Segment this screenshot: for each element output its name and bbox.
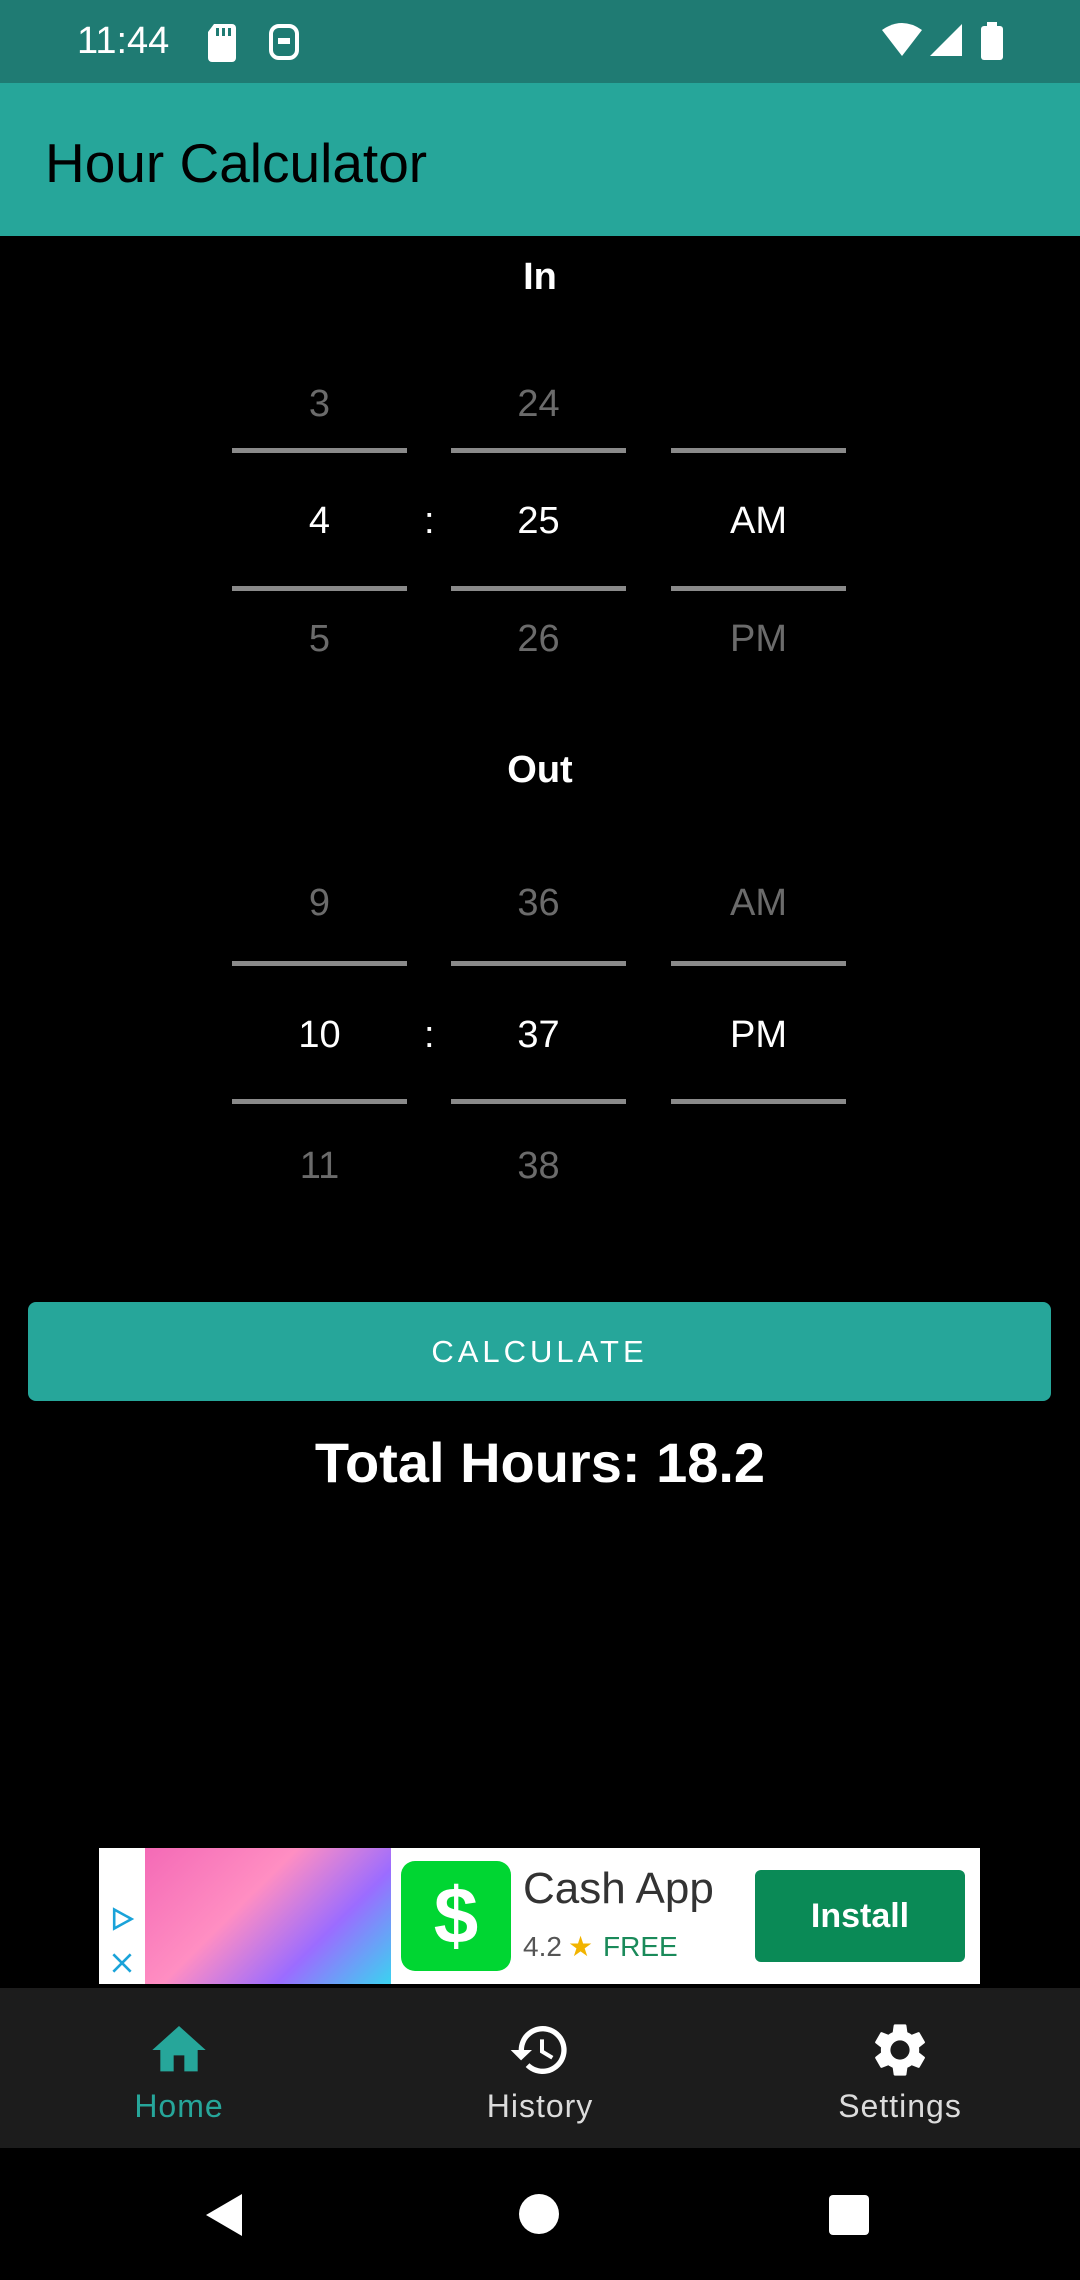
out-hour-next[interactable]: 11 (232, 1145, 407, 1188)
in-hour-selected[interactable]: 4 (232, 500, 407, 543)
out-minute-next[interactable]: 38 (451, 1145, 626, 1188)
history-icon (510, 2026, 567, 2074)
ad-title[interactable]: Cash App (523, 1864, 714, 1914)
in-minute-divider-bottom (451, 586, 626, 591)
ad-rating-row: 4.2 ★ FREE (523, 1930, 678, 1963)
star-icon: ★ (567, 1931, 594, 1962)
status-bar: 11:44 (0, 0, 1080, 83)
settings-icon (875, 2024, 925, 2076)
out-hour-divider-top (232, 961, 407, 966)
out-ampm-divider-top (671, 961, 846, 966)
adchoices-icon[interactable] (109, 1904, 135, 1934)
status-time: 11:44 (77, 20, 170, 62)
out-hour-prev[interactable]: 9 (232, 882, 407, 925)
out-label: Out (507, 749, 573, 791)
sd-card-icon (208, 24, 236, 62)
nav-settings[interactable]: Settings (750, 1988, 1050, 2148)
bottom-navigation: Home History Settings (0, 1988, 1080, 2148)
in-minute-divider-top (451, 448, 626, 453)
ad-banner[interactable]: $ Cash App 4.2 ★ FREE Install (99, 1848, 980, 1984)
in-ampm-divider-top (671, 448, 846, 453)
in-hour-next[interactable]: 5 (232, 618, 407, 661)
out-separator: : (424, 1014, 435, 1056)
in-label: In (523, 256, 557, 298)
battery-icon (981, 22, 1003, 60)
out-minute-divider-bottom (451, 1099, 626, 1104)
total-hours-result: Total Hours: 18.2 (314, 1431, 766, 1494)
out-minute-divider-top (451, 961, 626, 966)
home-icon (152, 2026, 206, 2072)
back-icon[interactable] (204, 2192, 244, 2238)
in-minute-selected[interactable]: 25 (451, 500, 626, 543)
home-circle-icon[interactable] (518, 2193, 560, 2235)
close-ad-icon[interactable] (109, 1948, 135, 1978)
in-ampm-selected[interactable]: AM (671, 500, 846, 543)
app-title: Hour Calculator (45, 132, 428, 194)
ad-install-button[interactable]: Install (755, 1870, 965, 1962)
out-minute-prev[interactable]: 36 (451, 882, 626, 925)
in-separator: : (424, 500, 435, 542)
out-ampm-selected[interactable]: PM (671, 1014, 846, 1057)
in-ampm-divider-bottom (671, 586, 846, 591)
nav-home-label: Home (134, 2088, 224, 2124)
calculate-button[interactable]: CALCULATE (28, 1302, 1051, 1401)
nav-history-label: History (486, 2088, 594, 2124)
app-bar: Hour Calculator (0, 83, 1080, 236)
in-ampm-next[interactable]: PM (671, 618, 846, 661)
nav-home[interactable]: Home (29, 1988, 329, 2148)
recents-icon[interactable] (828, 2194, 870, 2236)
vpn-key-icon (269, 24, 299, 60)
in-hour-divider-top (232, 448, 407, 453)
cash-app-logo[interactable]: $ (401, 1861, 511, 1971)
out-ampm-divider-bottom (671, 1099, 846, 1104)
in-hour-divider-bottom (232, 586, 407, 591)
signal-icon (930, 24, 962, 56)
in-minute-prev[interactable]: 24 (451, 383, 626, 426)
out-ampm-prev[interactable]: AM (671, 882, 846, 925)
ad-price: FREE (603, 1931, 678, 1962)
out-hour-selected[interactable]: 10 (232, 1014, 407, 1057)
ad-image[interactable] (145, 1848, 391, 1984)
nav-settings-label: Settings (838, 2088, 962, 2124)
wifi-icon (882, 23, 922, 56)
system-navigation-bar (0, 2148, 1080, 2280)
out-minute-selected[interactable]: 37 (451, 1014, 626, 1057)
out-hour-divider-bottom (232, 1099, 407, 1104)
in-minute-next[interactable]: 26 (451, 618, 626, 661)
ad-rating: 4.2 (523, 1931, 562, 1962)
in-hour-prev[interactable]: 3 (232, 383, 407, 426)
nav-history[interactable]: History (390, 1988, 690, 2148)
